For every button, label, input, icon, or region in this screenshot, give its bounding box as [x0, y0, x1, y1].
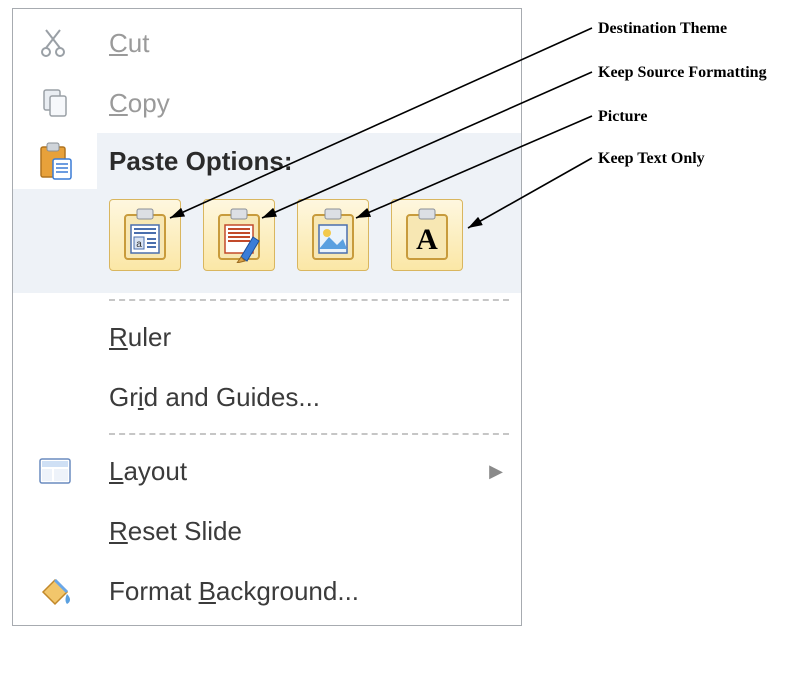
clipboard-theme-icon: a	[117, 207, 173, 263]
scissors-icon	[13, 26, 97, 60]
menu-item-label: Reset Slide	[97, 516, 509, 547]
menu-item-reset-slide[interactable]: Reset Slide	[13, 501, 521, 561]
menu-item-label: Grid and Guides...	[97, 382, 509, 413]
annotation-destination-theme: Destination Theme	[598, 20, 727, 38]
paint-bucket-icon	[13, 574, 97, 608]
annotation-keep-text-only: Keep Text Only	[598, 150, 705, 168]
paste-options-section: Paste Options: a	[13, 133, 521, 293]
menu-item-copy[interactable]: Copy	[13, 73, 521, 133]
menu-item-cut[interactable]: Cut	[13, 13, 521, 73]
clipboard-icon	[13, 133, 97, 189]
menu-item-layout[interactable]: Layout ▶	[13, 441, 521, 501]
menu-item-grid-guides[interactable]: Grid and Guides...	[13, 367, 521, 427]
annotation-picture: Picture	[598, 108, 647, 126]
paste-destination-theme-button[interactable]: a	[109, 199, 181, 271]
clipboard-brush-icon	[211, 207, 267, 263]
clipboard-picture-icon	[305, 207, 361, 263]
menu-item-label: Copy	[97, 88, 509, 119]
paste-keep-source-button[interactable]	[203, 199, 275, 271]
layout-icon	[13, 457, 97, 485]
svg-text:A: A	[416, 223, 438, 256]
menu-separator	[109, 299, 509, 301]
menu-item-format-background[interactable]: Format Background...	[13, 561, 521, 621]
paste-options-row: a	[13, 189, 509, 293]
menu-item-label: Cut	[97, 28, 509, 59]
paste-keep-text-button[interactable]: A	[391, 199, 463, 271]
paste-options-header: Paste Options:	[97, 146, 509, 177]
menu-item-label: Format Background...	[97, 576, 509, 607]
menu-separator	[109, 433, 509, 435]
copy-icon	[13, 86, 97, 120]
menu-item-ruler[interactable]: Ruler	[13, 307, 521, 367]
menu-item-label: Ruler	[97, 322, 509, 353]
chevron-right-icon: ▶	[489, 461, 503, 482]
clipboard-text-icon: A	[399, 207, 455, 263]
svg-text:a: a	[136, 239, 142, 250]
menu-item-label: Layout ▶	[97, 456, 509, 487]
paste-picture-button[interactable]	[297, 199, 369, 271]
annotation-keep-source: Keep Source Formatting	[598, 64, 767, 82]
context-menu: Cut Copy	[12, 8, 522, 626]
